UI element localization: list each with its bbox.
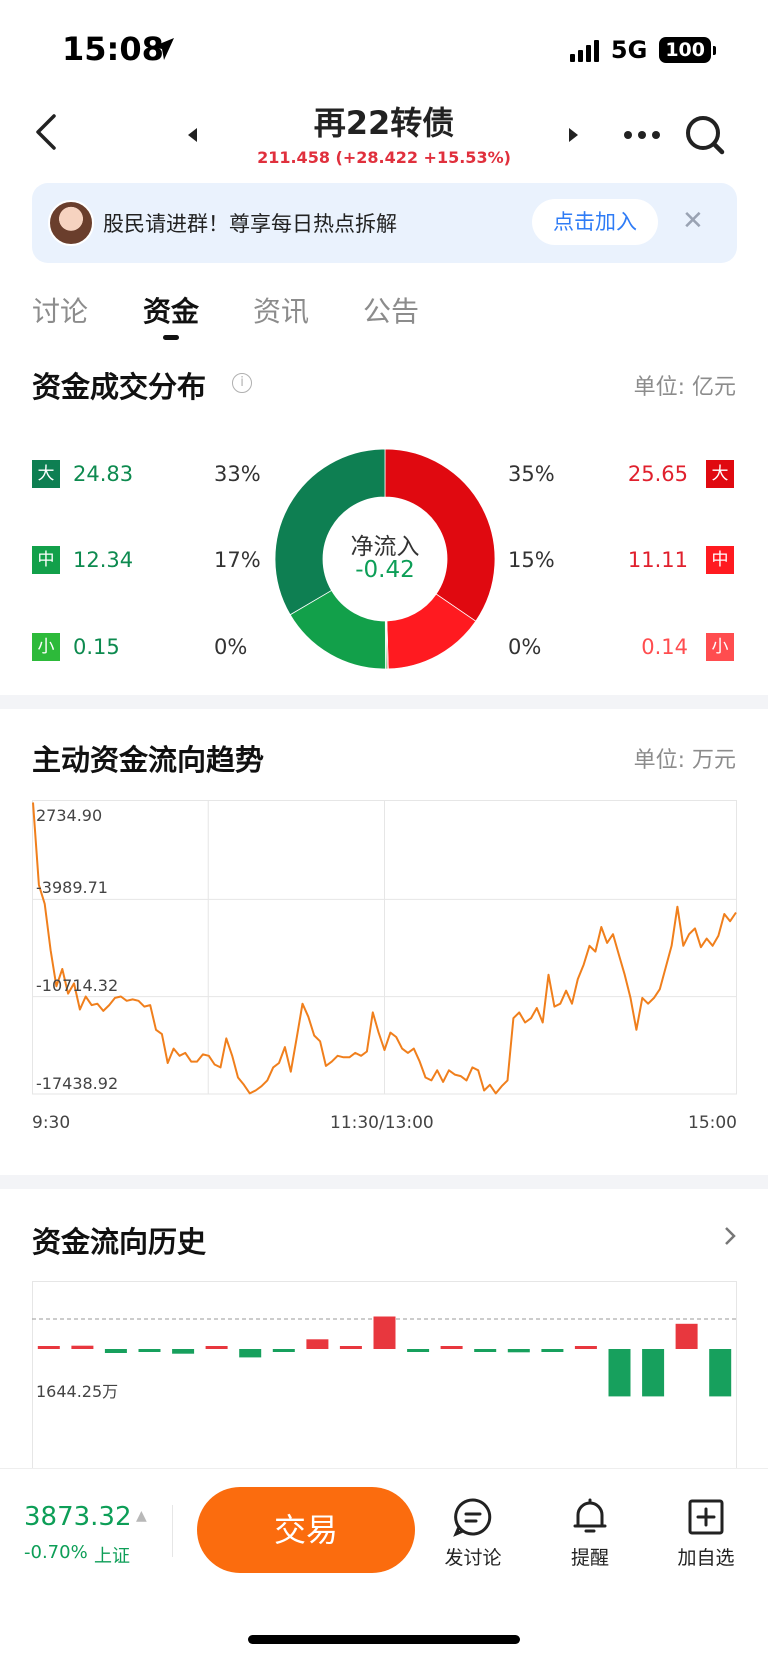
history-bar [239, 1349, 262, 1358]
net-inflow-value: -0.42 [355, 557, 415, 583]
distribution-title: 资金成交分布 [32, 370, 207, 404]
history-bar [138, 1349, 161, 1352]
join-group-button[interactable]: 点击加入 [532, 199, 658, 245]
y-tick-label: 2734.90 [36, 806, 103, 825]
history-bar [205, 1346, 228, 1349]
size-badge-small-in: 小 [706, 633, 734, 661]
inflow-mid-value: 11.11 [627, 548, 688, 572]
battery-tip [713, 45, 716, 55]
inflow-small-pct: 0% [508, 635, 542, 659]
x-tick-label: 11:30/13:00 [330, 1113, 434, 1133]
alert-button[interactable]: 提醒 [545, 1497, 635, 1570]
outflow-mid-pct: 17% [214, 548, 261, 572]
x-tick-label: 15:00 [688, 1113, 737, 1133]
battery-icon: 100 [659, 37, 711, 63]
chat-icon [453, 1498, 492, 1537]
banner-text: 股民请进群！尊享每日热点拆解 [103, 212, 397, 236]
x-tick-label: 9:30 [32, 1113, 71, 1133]
y-tick-label: -17438.92 [36, 1074, 119, 1093]
fund-trend-chart [32, 800, 737, 1095]
y-tick-label: -10714.32 [36, 976, 119, 995]
history-bar [642, 1349, 665, 1397]
trend-unit: 单位: 万元 [633, 748, 736, 773]
history-ref-label: 1644.25万 [36, 1382, 119, 1401]
size-badge-mid-in: 中 [706, 546, 734, 574]
y-tick-label: -3989.71 [36, 878, 108, 897]
close-icon[interactable]: ✕ [682, 206, 704, 236]
outflow-large-value: 24.83 [73, 462, 134, 486]
section-divider [0, 695, 768, 709]
plot-frame [32, 1281, 737, 1471]
avatar [48, 200, 94, 246]
inflow-mid-pct: 15% [508, 548, 555, 572]
bell-icon [573, 1498, 607, 1533]
size-badge-small-out: 小 [32, 633, 60, 661]
history-bar [407, 1349, 430, 1352]
post-discussion-label: 发讨论 [444, 1547, 502, 1569]
add-watchlist-button[interactable]: 加自选 [661, 1497, 751, 1570]
inflow-large-pct: 35% [508, 462, 555, 486]
outflow-mid-value: 12.34 [73, 548, 134, 572]
size-badge-large-in: 大 [706, 460, 734, 488]
trend-title: 主动资金流向趋势 [32, 743, 265, 777]
history-bar [574, 1346, 597, 1349]
history-title: 资金流向历史 [32, 1225, 207, 1259]
fund-history-chart [32, 1281, 737, 1471]
add-square-icon [688, 1499, 724, 1535]
outflow-large-pct: 33% [214, 462, 261, 486]
inflow-large-value: 25.65 [627, 462, 688, 486]
size-badge-large-out: 大 [32, 460, 60, 488]
history-bar [71, 1345, 94, 1349]
status-indicators: 5G 100 [569, 36, 716, 64]
history-bar [541, 1349, 564, 1352]
distribution-unit: 单位: 亿元 [633, 375, 736, 400]
tab-announcements[interactable]: 公告 [363, 290, 419, 330]
alert-label: 提醒 [570, 1547, 609, 1569]
network-type: 5G [610, 36, 648, 64]
history-bar [608, 1349, 631, 1397]
index-name: 上证 [94, 1546, 130, 1567]
caret-up-icon: ▲ [136, 1508, 147, 1524]
tab-discussion[interactable]: 讨论 [32, 290, 88, 330]
status-time: 15:08 [62, 30, 164, 68]
tab-funds[interactable]: 资金 [143, 290, 199, 330]
index-change: -0.70% [24, 1542, 88, 1563]
history-bar [306, 1339, 329, 1349]
add-watchlist-label: 加自选 [677, 1547, 735, 1569]
size-badge-mid-out: 中 [32, 546, 60, 574]
index-value[interactable]: 3873.32 [24, 1502, 132, 1532]
trade-button[interactable]: 交易 [197, 1487, 415, 1573]
outflow-small-pct: 0% [214, 635, 248, 659]
more-icon[interactable] [622, 128, 662, 142]
net-inflow-label: 净流入 [350, 534, 420, 560]
inflow-small-value: 0.14 [641, 635, 688, 659]
history-bar [37, 1346, 60, 1349]
history-bar [474, 1349, 497, 1352]
history-bar [440, 1346, 463, 1349]
section-divider [0, 1175, 768, 1189]
info-icon[interactable]: i [232, 373, 252, 393]
history-bar [675, 1323, 698, 1349]
location-arrow-icon [152, 38, 174, 60]
history-bar [172, 1349, 195, 1354]
divider [172, 1505, 173, 1557]
stock-price-change: 211.458 (+28.422 +15.53%) [257, 148, 511, 167]
cellular-signal-icon [569, 38, 599, 62]
history-bar [272, 1349, 295, 1352]
home-indicator [248, 1635, 520, 1644]
post-discussion-button[interactable]: 发讨论 [428, 1497, 518, 1570]
tab-news[interactable]: 资讯 [253, 290, 309, 330]
tab-indicator [163, 335, 179, 340]
history-bar [709, 1349, 732, 1397]
search-icon[interactable] [684, 114, 728, 158]
outflow-small-value: 0.15 [73, 635, 120, 659]
chevron-right-icon[interactable] [722, 1225, 738, 1247]
next-stock-icon[interactable] [566, 127, 580, 143]
history-bar [339, 1346, 362, 1349]
history-bar [507, 1349, 530, 1353]
history-bar [373, 1316, 396, 1349]
history-bar [104, 1349, 127, 1353]
